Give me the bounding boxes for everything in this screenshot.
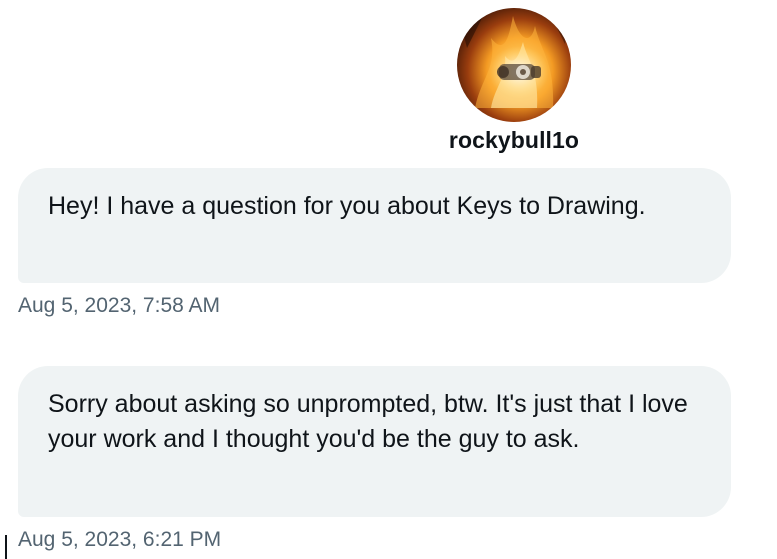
message-text: Hey! I have a question for you about Key… (48, 192, 646, 220)
contact-username[interactable]: rockybull1o (449, 127, 579, 154)
message-bubble[interactable]: Hey! I have a question for you about Key… (18, 168, 731, 283)
figure-silhouette-icon (497, 64, 541, 80)
message-bubble[interactable]: Sorry about asking so unprompted, btw. I… (18, 366, 731, 517)
message-text: Sorry about asking so unprompted, btw. I… (48, 390, 688, 453)
message-timestamp: Aug 5, 2023, 6:21 PM (18, 528, 222, 551)
text-cursor (5, 535, 7, 559)
message-timestamp: Aug 5, 2023, 7:58 AM (18, 294, 220, 317)
profile-avatar[interactable] (457, 8, 571, 122)
conversation-header: rockybull1o (400, 8, 628, 154)
